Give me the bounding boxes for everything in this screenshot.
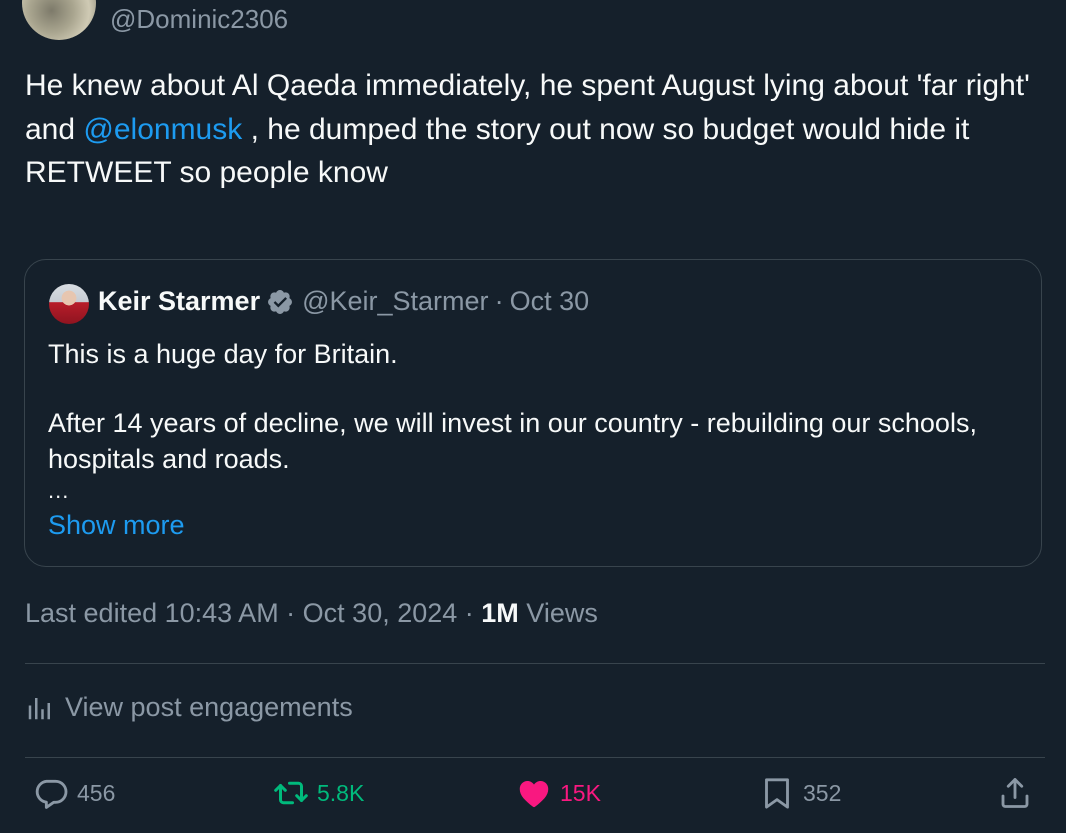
edited-timestamp[interactable]: Last edited 10:43 AM · Oct 30, 2024 · (25, 598, 481, 628)
reply-count: 456 (77, 779, 116, 806)
show-more-link[interactable]: Show more (48, 510, 185, 541)
share-icon (1001, 778, 1029, 808)
quoted-author-avatar[interactable] (49, 284, 89, 324)
author-avatar[interactable] (22, 0, 96, 40)
view-engagements-button[interactable]: View post engagements (25, 692, 353, 723)
post-text-line2: RETWEET so people know (25, 156, 388, 189)
quoted-paragraph-2: After 14 years of decline, we will inves… (48, 408, 977, 474)
views-count: 1M (481, 598, 519, 628)
bookmark-button[interactable]: 352 (759, 775, 841, 811)
repost-icon (274, 781, 308, 805)
repost-button[interactable]: 5.8K (273, 775, 364, 811)
quoted-post-body: This is a huge day for Britain. After 14… (48, 336, 1018, 477)
reply-button[interactable]: 456 (33, 775, 115, 811)
quoted-author-handle[interactable]: @Keir_Starmer (302, 286, 488, 317)
quoted-author-name[interactable]: Keir Starmer (98, 286, 260, 317)
bookmark-icon (765, 778, 789, 809)
separator-dot: · (494, 286, 504, 316)
repost-count: 5.8K (317, 779, 365, 806)
post-text-part2: , he dumped the story out now so budget … (242, 112, 970, 146)
like-button[interactable]: 15K (516, 775, 601, 811)
truncation-ellipsis: ... (48, 478, 70, 503)
post-text: He knew about Al Qaeda immediately, he s… (25, 64, 1035, 195)
like-count: 15K (560, 779, 601, 806)
quoted-post-date[interactable]: Oct 30 (510, 286, 590, 317)
post-metadata: Last edited 10:43 AM · Oct 30, 2024 · 1M… (25, 598, 598, 629)
views-label: Views (518, 598, 598, 628)
mention-link[interactable]: @elonmusk (83, 113, 242, 146)
verified-icon (268, 289, 293, 314)
heart-icon (519, 781, 549, 808)
share-button[interactable] (997, 775, 1041, 811)
divider (25, 663, 1045, 664)
quoted-post-header: Keir Starmer @Keir_Starmer · Oct 30 (98, 286, 589, 317)
author-handle[interactable]: @Dominic2306 (110, 4, 288, 35)
divider (25, 757, 1045, 758)
action-bar: 456 5.8K 15K 352 (0, 775, 1066, 830)
quoted-post[interactable]: Keir Starmer @Keir_Starmer · Oct 30 This… (24, 259, 1042, 567)
view-engagements-label: View post engagements (65, 692, 353, 722)
quoted-paragraph-1: This is a huge day for Britain. (48, 339, 398, 369)
analytics-icon (28, 697, 50, 719)
reply-icon (35, 779, 68, 809)
bookmark-count: 352 (803, 779, 842, 806)
